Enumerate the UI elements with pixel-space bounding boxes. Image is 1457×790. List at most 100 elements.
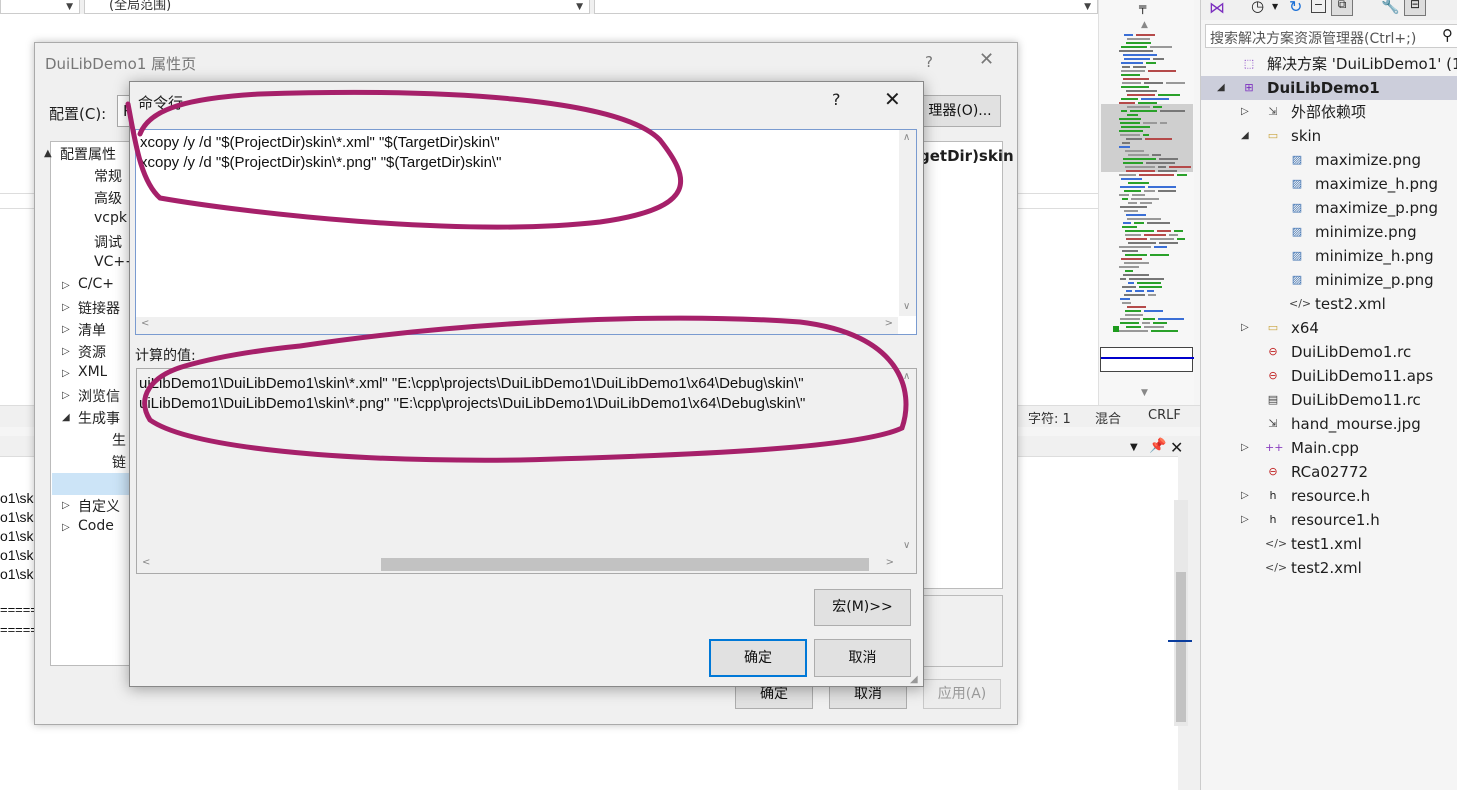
- tree-expander-icon[interactable]: ▷: [62, 368, 70, 379]
- scroll-down-icon[interactable]: ∨: [903, 540, 910, 551]
- tree-expander-icon[interactable]: ▷: [1241, 322, 1249, 333]
- evaluated-value-box[interactable]: uiLibDemo1\DuiLibDemo1\skin\*.xml" "E:\c…: [136, 368, 917, 574]
- help-button[interactable]: ?: [832, 90, 841, 109]
- property-tree-item[interactable]: 常规: [94, 166, 122, 186]
- property-tree-item[interactable]: 配置属性: [60, 144, 116, 164]
- vs-icon[interactable]: ⋈: [1209, 0, 1225, 17]
- solution-tree-item[interactable]: DuiLibDemo11.aps: [1291, 364, 1433, 388]
- preview-icon[interactable]: ⊟: [1404, 0, 1426, 16]
- property-tree-item[interactable]: 链接器: [78, 298, 120, 318]
- scroll-down-icon[interactable]: ∨: [903, 301, 910, 312]
- tree-expander-icon[interactable]: ▷: [1241, 514, 1249, 525]
- close-icon[interactable]: ✕: [1170, 438, 1183, 457]
- scroll-left-icon[interactable]: <: [142, 557, 150, 568]
- property-tree-item[interactable]: 生: [112, 430, 126, 450]
- chevron-down-icon[interactable]: ▼: [1272, 2, 1278, 11]
- mixed-indicator[interactable]: 混合: [1095, 408, 1121, 427]
- member-combo[interactable]: ▼: [594, 0, 1098, 14]
- tree-expander-icon[interactable]: ◢: [62, 412, 70, 423]
- resize-grip-icon[interactable]: ◢: [910, 674, 918, 685]
- type-combo[interactable]: ▼: [0, 0, 80, 14]
- property-value[interactable]: getDir)skin: [919, 147, 1014, 165]
- property-tree-item[interactable]: 清单: [78, 320, 106, 340]
- solution-tree-item[interactable]: minimize_p.png: [1315, 268, 1434, 292]
- property-tree-item[interactable]: C/C+: [78, 276, 114, 292]
- property-tree-item[interactable]: 高级: [94, 188, 122, 208]
- solution-tree-item[interactable]: maximize_p.png: [1315, 196, 1438, 220]
- vertical-scrollbar[interactable]: ∧ ∨: [899, 369, 916, 555]
- line-ending[interactable]: CRLF: [1148, 408, 1181, 423]
- search-icon[interactable]: ⚲: [1442, 26, 1453, 44]
- tree-expander-icon[interactable]: ▷: [1241, 490, 1249, 501]
- close-icon[interactable]: ✕: [979, 49, 994, 70]
- solution-tree-item[interactable]: maximize_h.png: [1315, 172, 1438, 196]
- split-icon[interactable]: ╤: [1139, 0, 1146, 14]
- cancel-button[interactable]: 取消: [814, 639, 911, 677]
- history-icon[interactable]: ◷: [1251, 0, 1264, 15]
- scroll-down-icon[interactable]: ▼: [1141, 388, 1148, 398]
- tree-expander-icon[interactable]: ▷: [62, 522, 70, 533]
- scope-combo[interactable]: (全局范围) ▼: [84, 0, 590, 14]
- solution-tree-item[interactable]: test1.xml: [1291, 532, 1362, 556]
- scroll-thumb[interactable]: [381, 558, 869, 571]
- solution-tree-item[interactable]: DuiLibDemo1.rc: [1291, 340, 1411, 364]
- solution-tree-item[interactable]: minimize_h.png: [1315, 244, 1434, 268]
- solution-tree-item[interactable]: test2.xml: [1291, 556, 1362, 580]
- property-tree-item[interactable]: 生成事: [78, 408, 120, 428]
- solution-tree-item[interactable]: test2.xml: [1315, 292, 1386, 316]
- solution-tree-item[interactable]: skin: [1291, 124, 1321, 148]
- solution-tree-item[interactable]: 外部依赖项: [1291, 100, 1366, 124]
- solution-tree-item[interactable]: 解决方案 'DuiLibDemo1' (1 个项: [1267, 52, 1457, 76]
- close-icon[interactable]: ✕: [884, 87, 901, 111]
- scroll-up-icon[interactable]: ∧: [903, 132, 910, 143]
- command-textbox[interactable]: xcopy /y /d "$(ProjectDir)skin\*.xml" "$…: [135, 129, 917, 335]
- scroll-left-icon[interactable]: <: [141, 318, 149, 329]
- solution-tree-item[interactable]: RCa02772: [1291, 460, 1368, 484]
- property-tree-item[interactable]: 自定义: [78, 496, 120, 516]
- property-tree-item[interactable]: VC++: [94, 254, 130, 270]
- scroll-right-icon[interactable]: >: [886, 557, 894, 568]
- property-tree-item[interactable]: 浏览信: [78, 386, 120, 406]
- solution-tree-item[interactable]: hand_mourse.jpg: [1291, 412, 1421, 436]
- config-manager-button[interactable]: 理器(O)...: [919, 95, 1001, 127]
- property-tree-item[interactable]: vcpk: [94, 210, 127, 226]
- tree-expander-icon[interactable]: ▷: [62, 280, 70, 291]
- tree-expander-icon[interactable]: ◢: [1241, 130, 1249, 141]
- pin-icon[interactable]: 📌: [1149, 438, 1166, 454]
- tree-expander-icon[interactable]: ▲: [44, 148, 52, 159]
- property-tree-item[interactable]: 资源: [78, 342, 106, 362]
- solution-tree-item[interactable]: DuiLibDemo1: [1267, 76, 1380, 100]
- tree-expander-icon[interactable]: ◢: [1217, 82, 1225, 93]
- solution-search[interactable]: 搜索解决方案资源管理器(Ctrl+;) ⚲: [1205, 24, 1457, 48]
- solution-tree-item[interactable]: maximize.png: [1315, 148, 1421, 172]
- tree-expander-icon[interactable]: ▷: [62, 302, 70, 313]
- property-tree-item[interactable]: 链: [112, 452, 126, 472]
- show-files-icon[interactable]: ⧉: [1331, 0, 1353, 16]
- solution-tree-item[interactable]: x64: [1291, 316, 1319, 340]
- scroll-up-icon[interactable]: ▲: [1141, 20, 1148, 30]
- tree-expander-icon[interactable]: ▷: [1241, 106, 1249, 117]
- property-tree-item[interactable]: 调试: [94, 232, 122, 252]
- scroll-up-icon[interactable]: ∧: [903, 371, 910, 382]
- property-tree-item[interactable]: Code: [78, 518, 114, 534]
- ok-button[interactable]: 确定: [709, 639, 807, 677]
- scroll-thumb[interactable]: [1100, 347, 1194, 372]
- output-scrollbar[interactable]: [1174, 500, 1188, 726]
- solution-tree-item[interactable]: minimize.png: [1315, 220, 1417, 244]
- solution-tree-item[interactable]: resource.h: [1291, 484, 1370, 508]
- tree-expander-icon[interactable]: ▷: [62, 390, 70, 401]
- horizontal-scrollbar[interactable]: < >: [136, 317, 898, 334]
- help-button[interactable]: ?: [925, 53, 933, 71]
- solution-tree-item[interactable]: Main.cpp: [1291, 436, 1359, 460]
- macros-button[interactable]: 宏(M)>>: [814, 589, 911, 626]
- apply-button[interactable]: 应用(A): [923, 679, 1001, 709]
- collapse-icon[interactable]: −: [1311, 0, 1326, 13]
- vertical-scrollbar[interactable]: ∧ ∨: [899, 130, 916, 316]
- horizontal-scrollbar[interactable]: < >: [137, 556, 899, 573]
- solution-tree-item[interactable]: resource1.h: [1291, 508, 1380, 532]
- scroll-thumb[interactable]: [1176, 572, 1186, 722]
- output-dropdown-icon[interactable]: ▼: [1130, 442, 1138, 453]
- tree-expander-icon[interactable]: ▷: [1241, 442, 1249, 453]
- properties-icon[interactable]: 🔧: [1381, 0, 1400, 15]
- scroll-right-icon[interactable]: >: [885, 318, 893, 329]
